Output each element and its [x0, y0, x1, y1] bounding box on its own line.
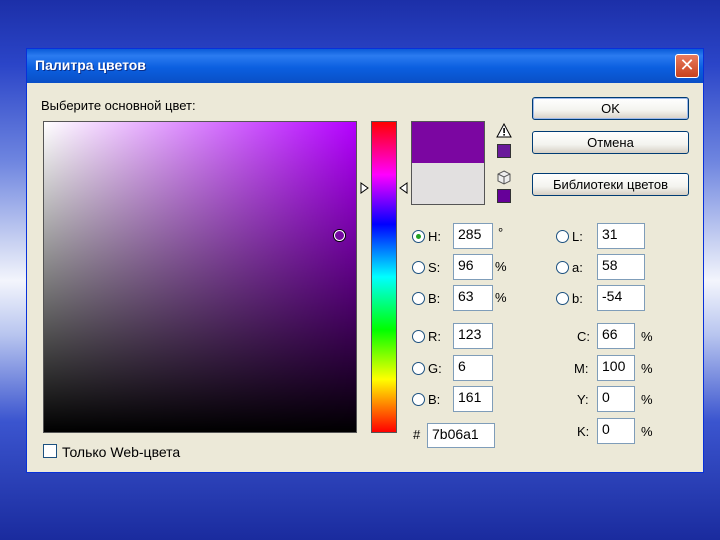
- b-channel-radio[interactable]: [556, 292, 569, 305]
- hue-unit: °: [498, 225, 504, 240]
- close-icon[interactable]: ✕: [675, 54, 699, 78]
- magenta-input[interactable]: 100: [597, 355, 635, 381]
- cancel-button[interactable]: Отмена: [532, 131, 689, 154]
- web-colors-label: Только Web-цвета: [62, 444, 181, 460]
- black-unit: %: [641, 424, 653, 439]
- a-channel-input[interactable]: 58: [597, 254, 645, 280]
- color-field[interactable]: [43, 121, 357, 433]
- a-channel-radio[interactable]: [556, 261, 569, 274]
- gamut-warning-swatch[interactable]: [497, 144, 511, 158]
- current-color-swatch[interactable]: [412, 163, 484, 204]
- green-radio[interactable]: [412, 362, 425, 375]
- hue-slider[interactable]: [371, 121, 397, 433]
- ok-button[interactable]: OK: [532, 97, 689, 120]
- blue-radio[interactable]: [412, 393, 425, 406]
- b-channel-label: b:: [572, 291, 583, 306]
- lightness-input[interactable]: 31: [597, 223, 645, 249]
- lightness-label: L:: [572, 229, 583, 244]
- new-color-swatch: [412, 122, 484, 163]
- hue-input[interactable]: 285: [453, 223, 493, 249]
- blue-label: B:: [428, 392, 441, 407]
- black-input[interactable]: 0: [597, 418, 635, 444]
- cyan-unit: %: [641, 329, 653, 344]
- web-colors-checkbox[interactable]: [43, 444, 57, 458]
- brightness-input[interactable]: 63: [453, 285, 493, 311]
- cube-icon[interactable]: [496, 170, 512, 185]
- title-bar[interactable]: Палитра цветов ✕: [27, 49, 703, 83]
- hex-prefix: #: [413, 427, 421, 442]
- cyan-input[interactable]: 66: [597, 323, 635, 349]
- hue-slider-handle-left[interactable]: [360, 182, 370, 194]
- hex-input[interactable]: 7b06a1: [427, 423, 495, 448]
- red-input[interactable]: 123: [453, 323, 493, 349]
- prompt-label: Выберите основной цвет:: [41, 98, 196, 113]
- saturation-unit: %: [495, 259, 507, 274]
- hue-radio[interactable]: [412, 230, 425, 243]
- a-channel-label: a:: [572, 260, 583, 275]
- yellow-label: Y:: [577, 392, 589, 407]
- red-radio[interactable]: [412, 330, 425, 343]
- saturation-radio[interactable]: [412, 261, 425, 274]
- red-label: R:: [428, 329, 441, 344]
- green-input[interactable]: 6: [453, 355, 493, 381]
- color-libraries-button[interactable]: Библиотеки цветов: [532, 173, 689, 196]
- warning-icon[interactable]: [496, 123, 512, 138]
- hue-label: H:: [428, 229, 441, 244]
- brightness-label: B:: [428, 291, 441, 306]
- color-field-cursor[interactable]: [334, 230, 345, 241]
- brightness-radio[interactable]: [412, 292, 425, 305]
- lightness-radio[interactable]: [556, 230, 569, 243]
- cyan-label: C:: [577, 329, 590, 344]
- window-title: Палитра цветов: [35, 57, 146, 73]
- black-label: K:: [577, 424, 590, 439]
- b-channel-input[interactable]: -54: [597, 285, 645, 311]
- color-picker-dialog: Палитра цветов ✕ Выберите основной цвет:…: [26, 48, 704, 473]
- saturation-label: S:: [428, 260, 441, 275]
- web-safe-swatch[interactable]: [497, 189, 511, 203]
- yellow-unit: %: [641, 392, 653, 407]
- green-label: G:: [428, 361, 442, 376]
- magenta-label: M:: [574, 361, 589, 376]
- saturation-input[interactable]: 96: [453, 254, 493, 280]
- magenta-unit: %: [641, 361, 653, 376]
- color-preview: [411, 121, 485, 205]
- blue-input[interactable]: 161: [453, 386, 493, 412]
- brightness-unit: %: [495, 290, 507, 305]
- hue-slider-handle-right[interactable]: [398, 182, 408, 194]
- yellow-input[interactable]: 0: [597, 386, 635, 412]
